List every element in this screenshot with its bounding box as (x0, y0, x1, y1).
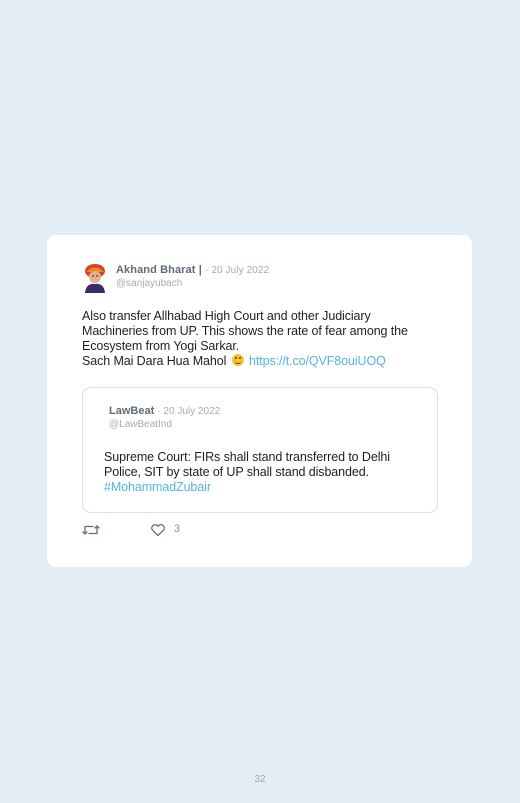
quoted-date: · 20 July 2022 (157, 406, 221, 417)
quoted-handle[interactable]: @LawBeatInd (109, 419, 172, 430)
page-number: 32 (254, 774, 266, 785)
tweet-date: · 20 July 2022 (205, 265, 270, 276)
tweet-link[interactable]: https://t.co/QVF8ouiUOQ (249, 354, 386, 368)
quoted-text-line: Supreme Court: FIRs shall stand transfer… (104, 450, 390, 464)
quoted-text: Supreme Court: FIRs shall stand transfer… (104, 450, 424, 495)
tweet-text-last: Sach Mai Dara Hua Mahol (82, 354, 227, 368)
grinning-face-emoji-icon (231, 354, 244, 366)
author-name-line[interactable]: Akhand Bharat | · 20 July 2022 (116, 264, 269, 276)
quoted-tweet[interactable]: LawBeat · 20 July 2022 @LawBeatInd Supre… (82, 387, 438, 513)
quoted-author-line[interactable]: LawBeat · 20 July 2022 (109, 405, 220, 417)
tweet-text: Also transfer Allhabad High Court and ot… (82, 309, 452, 369)
quoted-author-name[interactable]: LawBeat (109, 405, 154, 417)
tweet-text-line: Ecosystem from Yogi Sarkar. (82, 339, 240, 353)
quoted-text-line: Police, SIT by state of UP shall stand d… (104, 465, 369, 479)
tweet-actions: 3 (82, 522, 282, 538)
heart-icon[interactable] (150, 523, 166, 537)
avatar[interactable] (82, 263, 108, 293)
tweet-card: Akhand Bharat | · 20 July 2022 @sanjayub… (47, 235, 472, 567)
author-name[interactable]: Akhand Bharat | (116, 264, 202, 276)
quoted-hashtag[interactable]: #MohammadZubair (104, 480, 424, 495)
tweet-text-line: Sach Mai Dara Hua Mahol https://t.co/QVF… (82, 354, 452, 369)
tweet-text-line: Machineries from UP. This shows the rate… (82, 324, 408, 338)
like-count: 3 (174, 523, 181, 535)
tweet-text-line: Also transfer Allhabad High Court and ot… (82, 309, 371, 323)
retweet-icon[interactable] (82, 523, 100, 537)
author-handle[interactable]: @sanjayubach (116, 278, 182, 289)
